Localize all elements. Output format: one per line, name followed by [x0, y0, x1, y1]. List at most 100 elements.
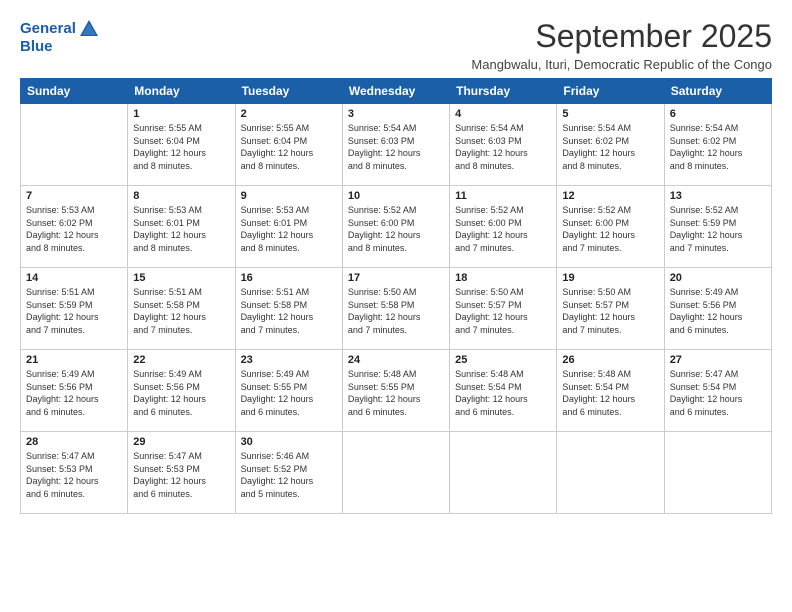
calendar-cell: 14 Sunrise: 5:51 AM Sunset: 5:59 PM Dayli… — [21, 268, 128, 350]
col-thursday: Thursday — [450, 79, 557, 104]
month-title: September 2025 — [471, 18, 772, 55]
calendar-cell: 13 Sunrise: 5:52 AM Sunset: 5:59 PM Dayli… — [664, 186, 771, 268]
day-info: Sunrise: 5:49 AM Sunset: 5:56 PM Dayligh… — [133, 368, 229, 418]
day-number: 5 — [562, 108, 658, 120]
col-friday: Friday — [557, 79, 664, 104]
title-block: September 2025 Mangbwalu, Ituri, Democra… — [471, 18, 772, 72]
day-number: 27 — [670, 354, 766, 366]
day-info: Sunrise: 5:52 AM Sunset: 5:59 PM Dayligh… — [670, 204, 766, 254]
day-info: Sunrise: 5:53 AM Sunset: 6:02 PM Dayligh… — [26, 204, 122, 254]
day-number: 3 — [348, 108, 444, 120]
calendar-header-row: Sunday Monday Tuesday Wednesday Thursday… — [21, 79, 772, 104]
calendar-cell: 15Sunrise: 5:51 AM Sunset: 5:58 PM Dayli… — [128, 268, 235, 350]
calendar-week-4: 21 Sunrise: 5:49 AM Sunset: 5:56 PM Dayli… — [21, 350, 772, 432]
day-number: 17 — [348, 272, 444, 284]
calendar-cell: 30 Sunrise: 5:46 AM Sunset: 5:52 PM Dayli… — [235, 432, 342, 514]
day-info: Sunrise: 5:50 AM Sunset: 5:58 PM Dayligh… — [348, 286, 444, 336]
calendar-week-3: 14 Sunrise: 5:51 AM Sunset: 5:59 PM Dayli… — [21, 268, 772, 350]
day-info: Sunrise: 5:47 AM Sunset: 5:53 PM Dayligh… — [133, 450, 229, 500]
calendar-cell: 18 Sunrise: 5:50 AM Sunset: 5:57 PM Dayli… — [450, 268, 557, 350]
calendar-cell — [342, 432, 449, 514]
logo-text: General — [20, 21, 76, 38]
day-number: 16 — [241, 272, 337, 284]
calendar-week-2: 7 Sunrise: 5:53 AM Sunset: 6:02 PM Daylig… — [21, 186, 772, 268]
day-number: 8 — [133, 190, 229, 202]
calendar-cell: 3 Sunrise: 5:54 AM Sunset: 6:03 PM Daylig… — [342, 104, 449, 186]
day-number: 22 — [133, 354, 229, 366]
day-info: Sunrise: 5:50 AM Sunset: 5:57 PM Dayligh… — [455, 286, 551, 336]
col-sunday: Sunday — [21, 79, 128, 104]
calendar-cell: 5 Sunrise: 5:54 AM Sunset: 6:02 PM Daylig… — [557, 104, 664, 186]
calendar-cell — [557, 432, 664, 514]
day-info: Sunrise: 5:52 AM Sunset: 6:00 PM Dayligh… — [562, 204, 658, 254]
day-info: Sunrise: 5:49 AM Sunset: 5:56 PM Dayligh… — [670, 286, 766, 336]
day-info: Sunrise: 5:48 AM Sunset: 5:55 PM Dayligh… — [348, 368, 444, 418]
day-number: 6 — [670, 108, 766, 120]
calendar-cell: 11 Sunrise: 5:52 AM Sunset: 6:00 PM Dayli… — [450, 186, 557, 268]
calendar-cell: 1 Sunrise: 5:55 AM Sunset: 6:04 PM Daylig… — [128, 104, 235, 186]
day-number: 23 — [241, 354, 337, 366]
subtitle: Mangbwalu, Ituri, Democratic Republic of… — [471, 57, 772, 72]
day-info: Sunrise: 5:55 AM Sunset: 6:04 PM Dayligh… — [133, 122, 229, 172]
logo-icon — [78, 18, 100, 40]
calendar-cell: 16 Sunrise: 5:51 AM Sunset: 5:58 PM Dayli… — [235, 268, 342, 350]
calendar-cell: 20 Sunrise: 5:49 AM Sunset: 5:56 PM Dayli… — [664, 268, 771, 350]
calendar-cell: 24 Sunrise: 5:48 AM Sunset: 5:55 PM Dayli… — [342, 350, 449, 432]
calendar-cell: 22 Sunrise: 5:49 AM Sunset: 5:56 PM Dayli… — [128, 350, 235, 432]
day-info: Sunrise: 5:53 AM Sunset: 6:01 PM Dayligh… — [241, 204, 337, 254]
calendar-cell: 27Sunrise: 5:47 AM Sunset: 5:54 PM Dayli… — [664, 350, 771, 432]
calendar-week-1: 1 Sunrise: 5:55 AM Sunset: 6:04 PM Daylig… — [21, 104, 772, 186]
calendar-cell: 12Sunrise: 5:52 AM Sunset: 6:00 PM Dayli… — [557, 186, 664, 268]
col-wednesday: Wednesday — [342, 79, 449, 104]
day-info: Sunrise: 5:54 AM Sunset: 6:03 PM Dayligh… — [348, 122, 444, 172]
calendar-cell — [21, 104, 128, 186]
day-number: 25 — [455, 354, 551, 366]
day-number: 1 — [133, 108, 229, 120]
col-saturday: Saturday — [664, 79, 771, 104]
day-info: Sunrise: 5:49 AM Sunset: 5:55 PM Dayligh… — [241, 368, 337, 418]
day-number: 14 — [26, 272, 122, 284]
day-number: 7 — [26, 190, 122, 202]
calendar-cell: 25Sunrise: 5:48 AM Sunset: 5:54 PM Dayli… — [450, 350, 557, 432]
day-number: 2 — [241, 108, 337, 120]
col-monday: Monday — [128, 79, 235, 104]
calendar-cell — [664, 432, 771, 514]
calendar-cell: 21Sunrise: 5:49 AM Sunset: 5:56 PM Dayli… — [21, 350, 128, 432]
calendar: Sunday Monday Tuesday Wednesday Thursday… — [20, 78, 772, 514]
day-info: Sunrise: 5:52 AM Sunset: 6:00 PM Dayligh… — [348, 204, 444, 254]
day-number: 24 — [348, 354, 444, 366]
day-info: Sunrise: 5:54 AM Sunset: 6:02 PM Dayligh… — [562, 122, 658, 172]
day-info: Sunrise: 5:54 AM Sunset: 6:02 PM Dayligh… — [670, 122, 766, 172]
day-number: 11 — [455, 190, 551, 202]
day-info: Sunrise: 5:54 AM Sunset: 6:03 PM Dayligh… — [455, 122, 551, 172]
calendar-cell: 17 Sunrise: 5:50 AM Sunset: 5:58 PM Dayli… — [342, 268, 449, 350]
day-info: Sunrise: 5:52 AM Sunset: 6:00 PM Dayligh… — [455, 204, 551, 254]
calendar-cell: 19Sunrise: 5:50 AM Sunset: 5:57 PM Dayli… — [557, 268, 664, 350]
day-info: Sunrise: 5:46 AM Sunset: 5:52 PM Dayligh… — [241, 450, 337, 500]
day-info: Sunrise: 5:47 AM Sunset: 5:53 PM Dayligh… — [26, 450, 122, 500]
calendar-cell: 2 Sunrise: 5:55 AM Sunset: 6:04 PM Daylig… — [235, 104, 342, 186]
calendar-cell — [450, 432, 557, 514]
day-info: Sunrise: 5:51 AM Sunset: 5:58 PM Dayligh… — [241, 286, 337, 336]
calendar-cell: 23 Sunrise: 5:49 AM Sunset: 5:55 PM Dayli… — [235, 350, 342, 432]
day-info: Sunrise: 5:51 AM Sunset: 5:59 PM Dayligh… — [26, 286, 122, 336]
day-number: 28 — [26, 436, 122, 448]
day-number: 18 — [455, 272, 551, 284]
calendar-cell: 9 Sunrise: 5:53 AM Sunset: 6:01 PM Daylig… — [235, 186, 342, 268]
day-number: 10 — [348, 190, 444, 202]
day-number: 30 — [241, 436, 337, 448]
header: General Blue September 2025 Mangbwalu, I… — [20, 18, 772, 72]
calendar-cell: 28 Sunrise: 5:47 AM Sunset: 5:53 PM Dayli… — [21, 432, 128, 514]
calendar-cell: 7 Sunrise: 5:53 AM Sunset: 6:02 PM Daylig… — [21, 186, 128, 268]
day-number: 13 — [670, 190, 766, 202]
day-info: Sunrise: 5:48 AM Sunset: 5:54 PM Dayligh… — [562, 368, 658, 418]
day-number: 21 — [26, 354, 122, 366]
calendar-cell: 26Sunrise: 5:48 AM Sunset: 5:54 PM Dayli… — [557, 350, 664, 432]
day-info: Sunrise: 5:53 AM Sunset: 6:01 PM Dayligh… — [133, 204, 229, 254]
day-info: Sunrise: 5:51 AM Sunset: 5:58 PM Dayligh… — [133, 286, 229, 336]
day-number: 9 — [241, 190, 337, 202]
day-info: Sunrise: 5:50 AM Sunset: 5:57 PM Dayligh… — [562, 286, 658, 336]
day-number: 20 — [670, 272, 766, 284]
day-info: Sunrise: 5:55 AM Sunset: 6:04 PM Dayligh… — [241, 122, 337, 172]
logo-blue: Blue — [20, 38, 100, 55]
